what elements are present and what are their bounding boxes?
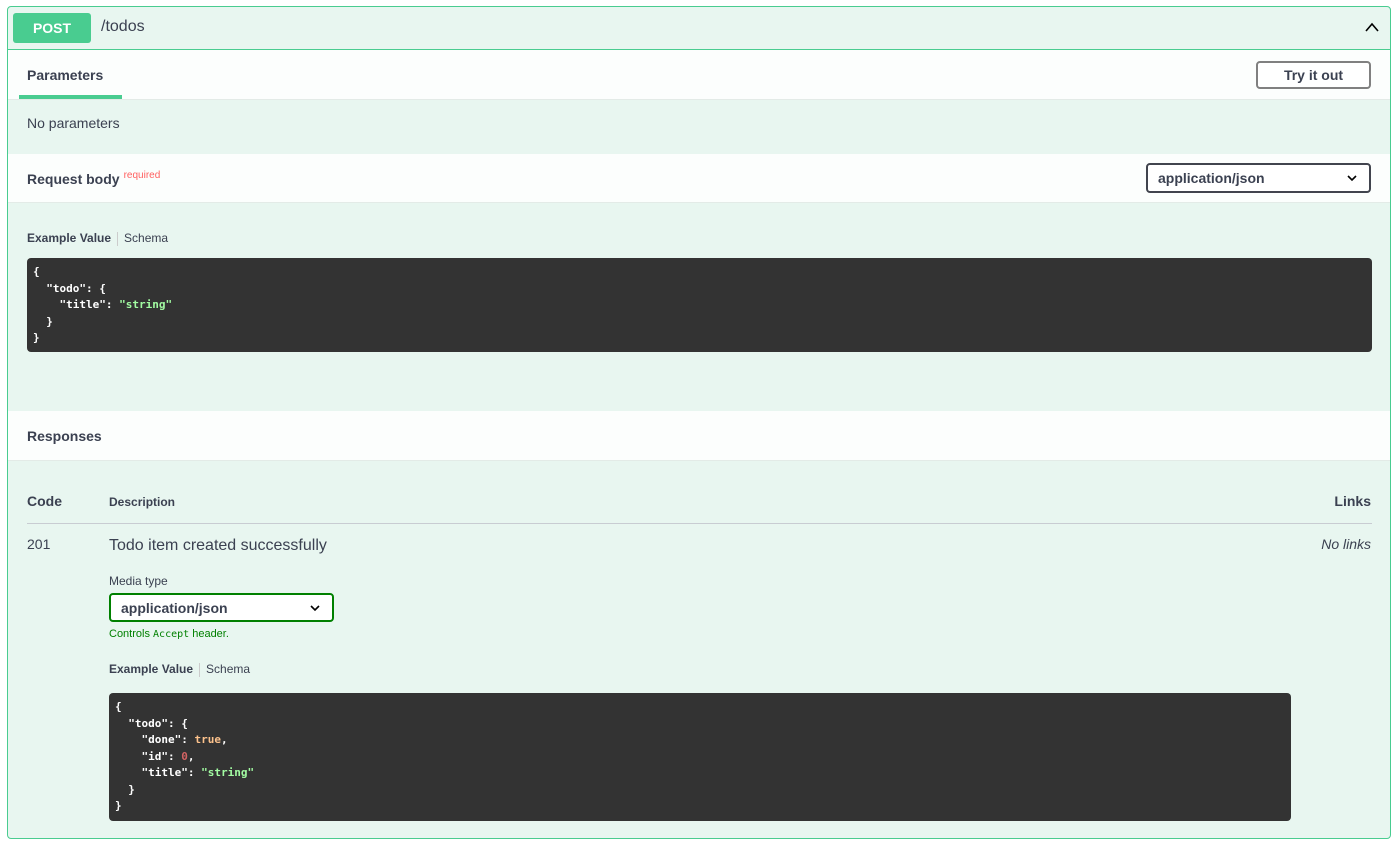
table-divider bbox=[27, 523, 1372, 524]
column-header-links: Links bbox=[1334, 493, 1371, 509]
chevron-down-icon bbox=[310, 604, 320, 611]
operation-block-post-todos: POST /todos Parameters Try it out No par… bbox=[7, 6, 1391, 839]
tab-example-value[interactable]: Example Value bbox=[27, 231, 111, 245]
operation-path: /todos bbox=[101, 18, 145, 35]
request-content-type-select[interactable]: application/json bbox=[1146, 163, 1371, 193]
response-description: Todo item created successfully bbox=[109, 537, 327, 554]
request-body-label: Request body bbox=[27, 171, 120, 187]
chevron-down-icon bbox=[1347, 175, 1357, 182]
method-badge: POST bbox=[13, 13, 91, 43]
tab-active-indicator bbox=[19, 95, 122, 99]
responses-header: Responses bbox=[8, 411, 1390, 461]
no-parameters-text: No parameters bbox=[27, 115, 120, 131]
response-links: No links bbox=[1321, 536, 1371, 552]
tab-separator bbox=[199, 662, 201, 677]
responses-title: Responses bbox=[27, 428, 102, 444]
tab-separator bbox=[117, 231, 119, 246]
request-example-code: { "todo": { "title": "string" } } bbox=[27, 258, 1372, 352]
response-example-code: { "todo": { "done": true, "id": 0, "titl… bbox=[109, 693, 1291, 821]
tab-example-value[interactable]: Example Value bbox=[109, 662, 193, 676]
request-body-title: Request body required bbox=[27, 170, 161, 187]
operation-summary[interactable]: POST /todos bbox=[8, 7, 1390, 50]
response-code: 201 bbox=[27, 536, 51, 552]
tab-schema[interactable]: Schema bbox=[124, 231, 168, 245]
response-example-tabs: Example Value Schema bbox=[109, 662, 250, 677]
request-body-header: Request body required application/json bbox=[8, 154, 1390, 203]
controls-accept-note: Controls Accept header. bbox=[109, 628, 229, 640]
request-content-type-value: application/json bbox=[1158, 170, 1265, 186]
response-media-type-value: application/json bbox=[121, 599, 228, 616]
required-badge: required bbox=[123, 170, 161, 181]
request-example-tabs: Example Value Schema bbox=[27, 231, 168, 246]
tab-parameters[interactable]: Parameters bbox=[27, 67, 103, 83]
chevron-up-icon[interactable] bbox=[1364, 21, 1380, 33]
column-header-code: Code bbox=[27, 493, 62, 509]
tab-schema[interactable]: Schema bbox=[206, 662, 250, 676]
column-header-description: Description bbox=[109, 495, 176, 509]
try-it-out-button[interactable]: Try it out bbox=[1256, 61, 1371, 89]
response-media-type-select[interactable]: application/json bbox=[109, 593, 334, 622]
media-type-label: Media type bbox=[109, 574, 168, 588]
parameters-header: Parameters Try it out bbox=[8, 50, 1390, 100]
